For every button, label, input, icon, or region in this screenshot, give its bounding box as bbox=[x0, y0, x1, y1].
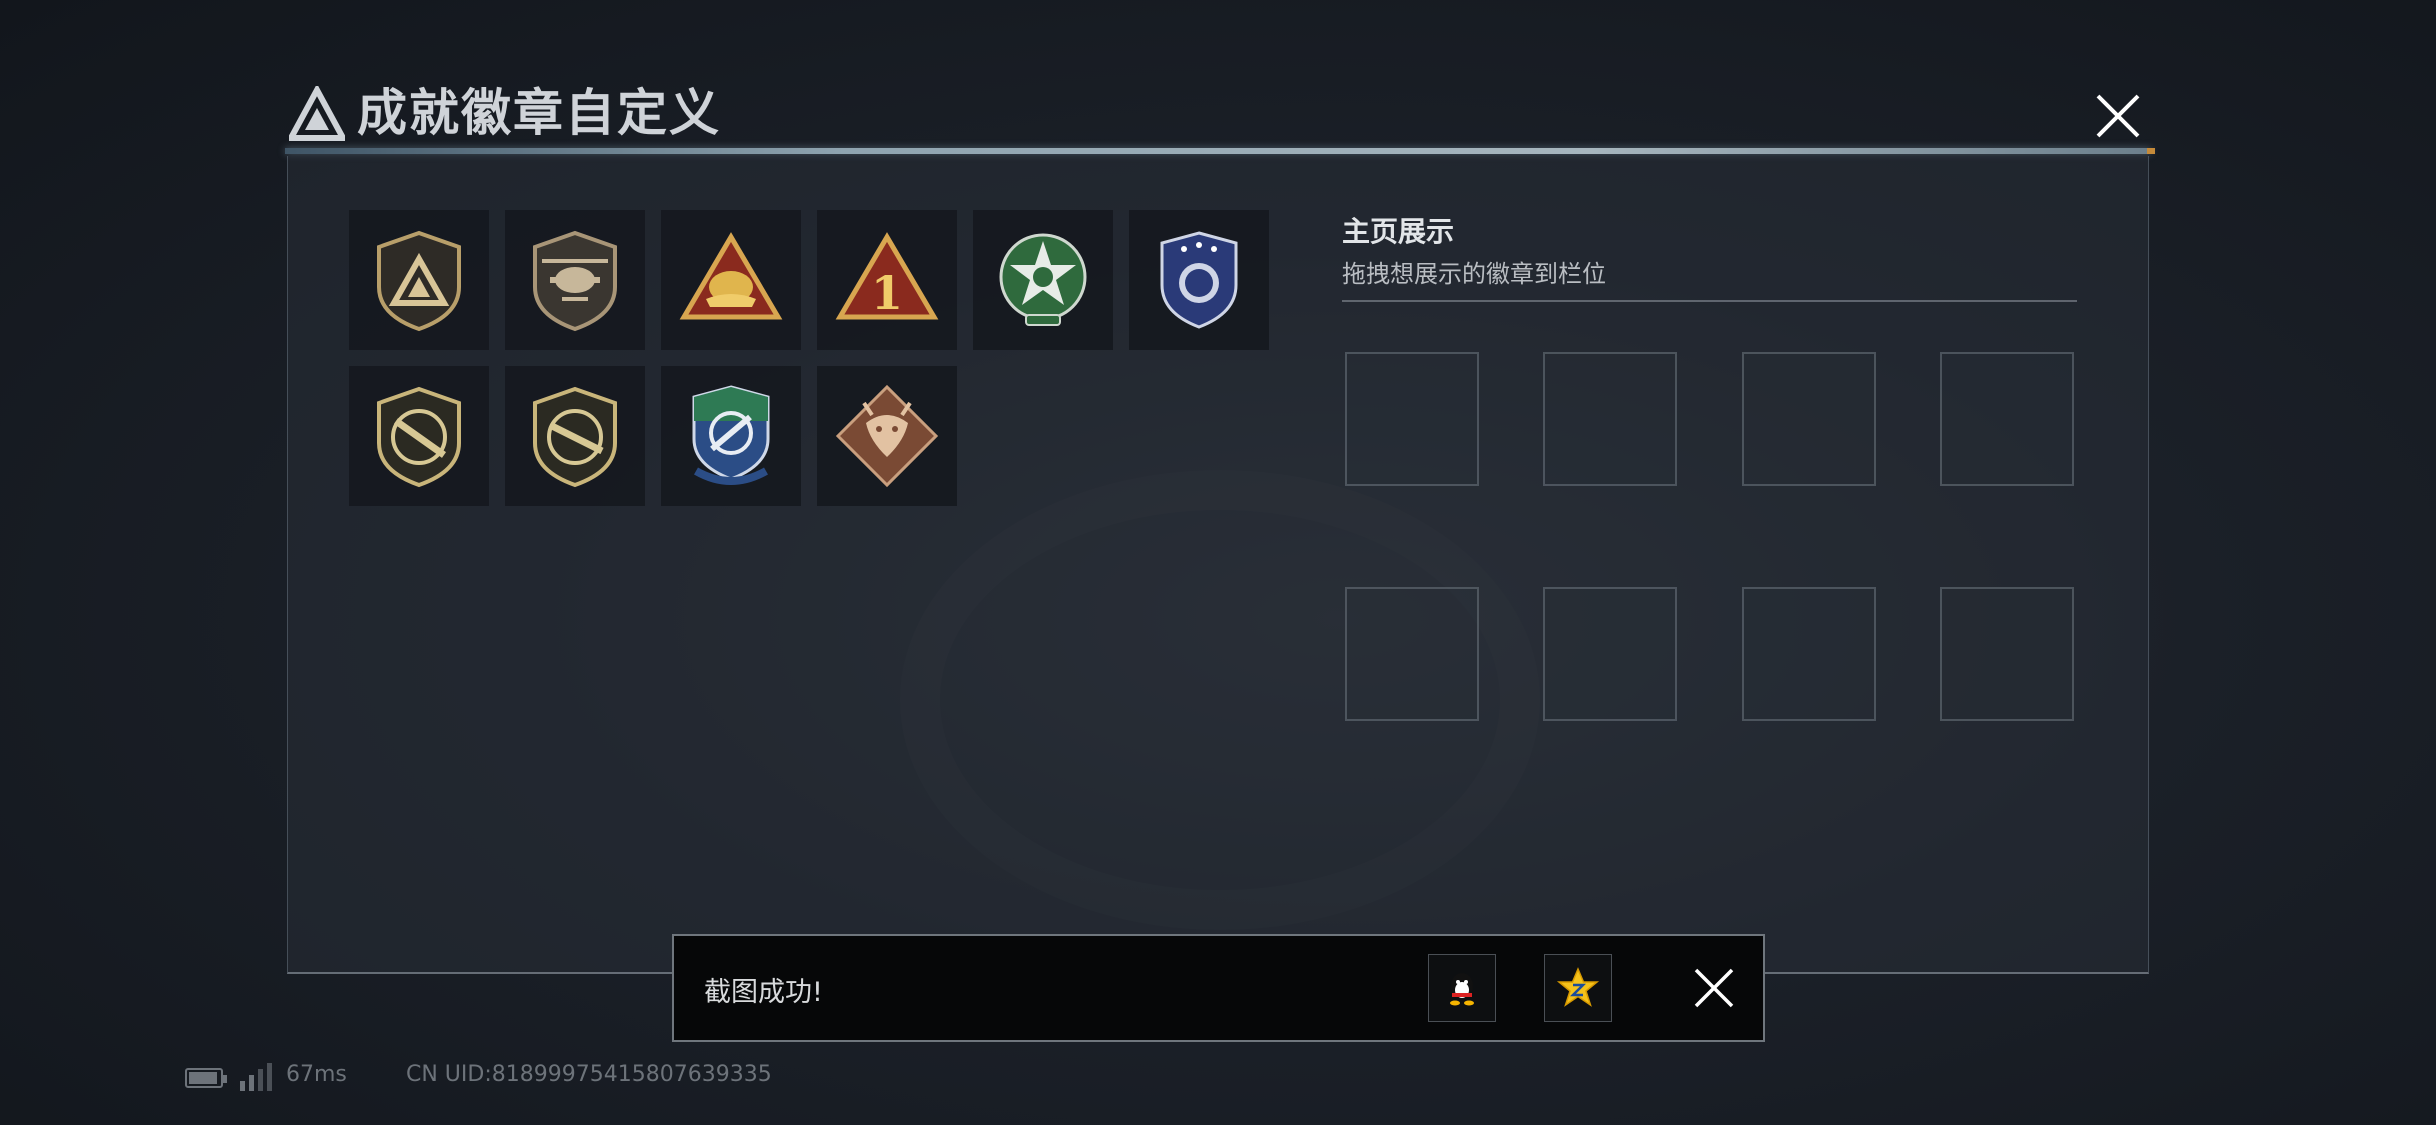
blue-shield-icon bbox=[1160, 231, 1238, 329]
share-qzone-button[interactable] bbox=[1544, 954, 1612, 1022]
helicopter-icon bbox=[533, 230, 617, 332]
gold-helmet-icon bbox=[679, 232, 783, 320]
badge-gold-helmet[interactable] bbox=[661, 210, 801, 350]
badge-number-one[interactable]: 1 bbox=[817, 210, 957, 350]
triangle-logo-icon bbox=[289, 86, 345, 141]
rifle-shield-icon bbox=[377, 386, 461, 488]
green-star-icon bbox=[999, 233, 1087, 326]
showcase-subtitle: 拖拽想展示的徽章到栏位 bbox=[1342, 260, 1606, 288]
badge-triangle-logo[interactable] bbox=[349, 210, 489, 350]
badge-dragon[interactable] bbox=[817, 366, 957, 506]
qzone-star-icon bbox=[1556, 967, 1600, 1007]
badge-blue-shield[interactable] bbox=[1129, 210, 1269, 350]
qq-penguin-icon bbox=[1450, 973, 1474, 1006]
svg-text:1: 1 bbox=[871, 266, 903, 320]
badge-blue-crosshair[interactable] bbox=[661, 366, 801, 506]
uid-label: CN UID:8189997541580763933​5 bbox=[406, 1062, 772, 1087]
page-title: 成就徽章自定义 bbox=[357, 84, 721, 142]
showcase-slot[interactable] bbox=[1543, 587, 1677, 721]
screenshot-toast: 截图成功! bbox=[672, 934, 1765, 1042]
showcase-title: 主页展示 bbox=[1342, 215, 1455, 248]
showcase-divider bbox=[1342, 300, 2077, 302]
rifle-shield-icon bbox=[533, 386, 617, 488]
toast-message: 截图成功! bbox=[704, 977, 823, 1008]
ping-label: 67ms bbox=[286, 1062, 347, 1087]
crosshair-shield-icon bbox=[692, 385, 770, 485]
triangle-shield-icon bbox=[377, 230, 461, 332]
showcase-slot[interactable] bbox=[1742, 352, 1876, 486]
share-qq-button[interactable] bbox=[1428, 954, 1496, 1022]
dragon-icon bbox=[835, 384, 939, 488]
badge-green-star[interactable] bbox=[973, 210, 1113, 350]
showcase-slot[interactable] bbox=[1345, 352, 1479, 486]
number-one-icon: 1 bbox=[835, 232, 939, 320]
showcase-slot[interactable] bbox=[1543, 352, 1677, 486]
close-icon[interactable] bbox=[2092, 90, 2144, 142]
badge-rifle-2[interactable] bbox=[505, 366, 645, 506]
showcase-slot[interactable] bbox=[1940, 352, 2074, 486]
battery-icon bbox=[185, 1068, 227, 1088]
showcase-slot[interactable] bbox=[1742, 587, 1876, 721]
showcase-slot[interactable] bbox=[1940, 587, 2074, 721]
badge-rifle-1[interactable] bbox=[349, 366, 489, 506]
showcase-slot[interactable] bbox=[1345, 587, 1479, 721]
badge-helicopter[interactable] bbox=[505, 210, 645, 350]
header-divider bbox=[285, 148, 2155, 154]
close-icon[interactable] bbox=[1692, 966, 1736, 1010]
signal-icon bbox=[240, 1063, 272, 1091]
